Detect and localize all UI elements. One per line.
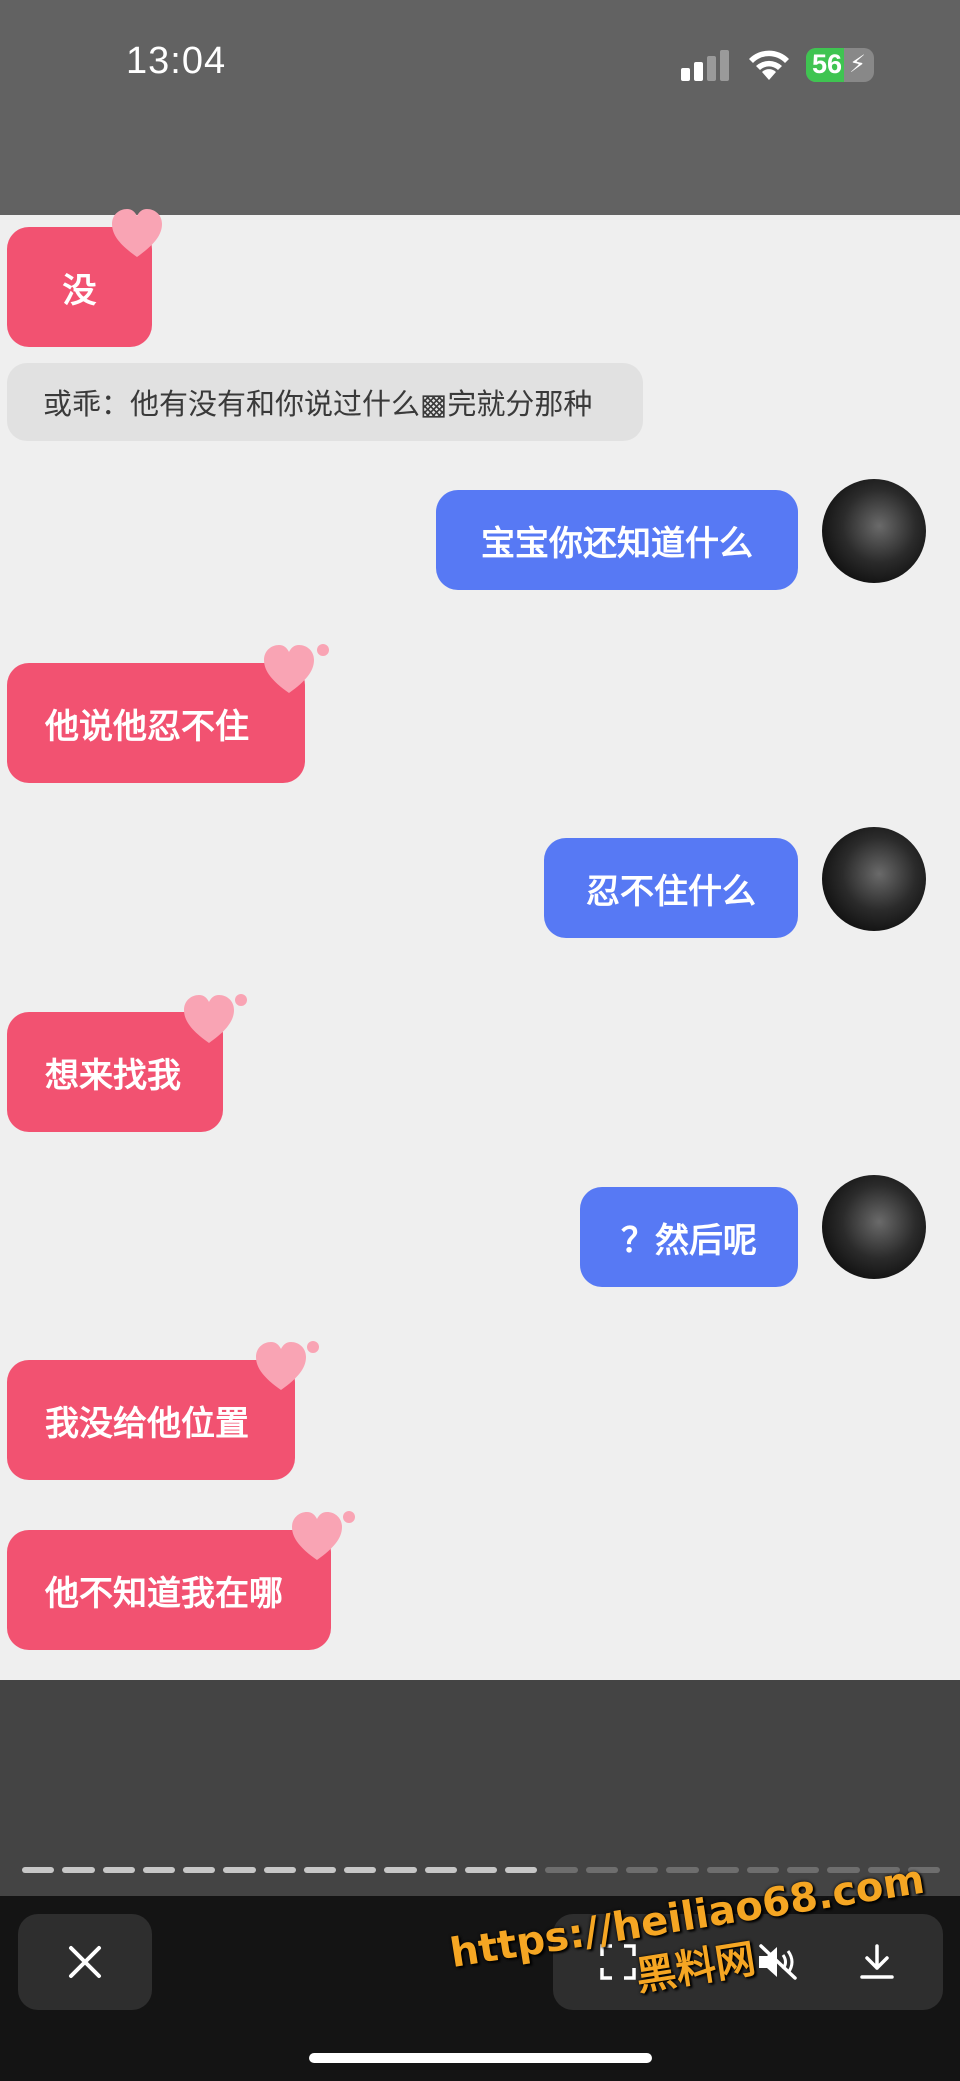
- heart-sticker-icon: [184, 995, 234, 1043]
- small-heart-icon: [235, 994, 247, 1006]
- home-indicator[interactable]: [309, 2053, 652, 2063]
- progress-segment: [344, 1867, 377, 1873]
- viewer-background: [0, 1680, 960, 1896]
- progress-segment: [424, 1867, 457, 1873]
- progress-segment: [263, 1867, 296, 1873]
- progress-segment: [585, 1867, 618, 1873]
- small-heart-icon: [307, 1341, 319, 1353]
- progress-segment: [22, 1867, 55, 1873]
- progress-segment: [545, 1867, 578, 1873]
- story-progress-bar: [22, 1867, 941, 1873]
- message-text: 想来找我: [45, 1055, 181, 1096]
- battery-icon: 56 ⚡: [806, 48, 874, 82]
- message-text: 宝宝你还知道什么: [481, 523, 753, 564]
- progress-segment: [706, 1867, 739, 1873]
- sent-message: ？然后呢: [580, 1187, 798, 1287]
- heart-sticker-icon: [264, 645, 314, 693]
- chat-screenshot: 没 或乖：他有没有和你说过什么▩完就分那种 宝宝你还知道什么 他说他忍不住 忍不…: [0, 209, 960, 1680]
- message-text: 我没给他位置: [45, 1403, 249, 1444]
- progress-segment: [746, 1867, 780, 1873]
- progress-segment: [303, 1867, 337, 1873]
- charging-icon: ⚡: [849, 50, 866, 78]
- progress-segment: [62, 1867, 95, 1873]
- avatar[interactable]: [822, 479, 926, 583]
- received-message: 我没给他位置: [7, 1360, 295, 1480]
- message-text: 忍不住什么: [586, 871, 756, 912]
- progress-segment: [787, 1867, 820, 1873]
- message-text: 没: [62, 270, 97, 311]
- status-time: 13:04: [126, 40, 227, 82]
- system-message: 或乖：他有没有和你说过什么▩完就分那种: [7, 363, 643, 441]
- received-message: 他不知道我在哪: [7, 1530, 331, 1650]
- message-text: 他说他忍不住: [45, 706, 249, 747]
- message-text: 他不知道我在哪: [45, 1573, 283, 1614]
- progress-segment: [102, 1867, 135, 1873]
- avatar[interactable]: [822, 1175, 926, 1279]
- progress-segment: [384, 1867, 417, 1873]
- battery-level: 56: [812, 49, 843, 79]
- progress-segment: [505, 1867, 538, 1873]
- small-heart-icon: [317, 644, 329, 656]
- status-bar: 13:04 56 ⚡: [0, 0, 960, 215]
- close-icon: [69, 1946, 101, 1978]
- heart-sticker-icon: [256, 1342, 306, 1390]
- wifi-icon: [749, 50, 789, 80]
- received-message: 他说他忍不住: [7, 663, 305, 783]
- progress-segment: [625, 1867, 659, 1873]
- message-text: ？然后呢: [621, 1220, 757, 1261]
- progress-segment: [223, 1867, 256, 1873]
- sent-message: 宝宝你还知道什么: [436, 490, 798, 590]
- cellular-signal-icon: [681, 50, 729, 81]
- small-heart-icon: [343, 1511, 355, 1523]
- sent-message: 忍不住什么: [544, 838, 798, 938]
- heart-sticker-icon: [292, 1512, 342, 1560]
- progress-segment: [464, 1867, 498, 1873]
- progress-segment: [183, 1867, 216, 1873]
- close-button[interactable]: [18, 1914, 152, 2010]
- avatar[interactable]: [822, 827, 926, 931]
- progress-segment: [142, 1867, 176, 1873]
- heart-sticker-icon: [112, 209, 162, 257]
- progress-segment: [666, 1867, 699, 1873]
